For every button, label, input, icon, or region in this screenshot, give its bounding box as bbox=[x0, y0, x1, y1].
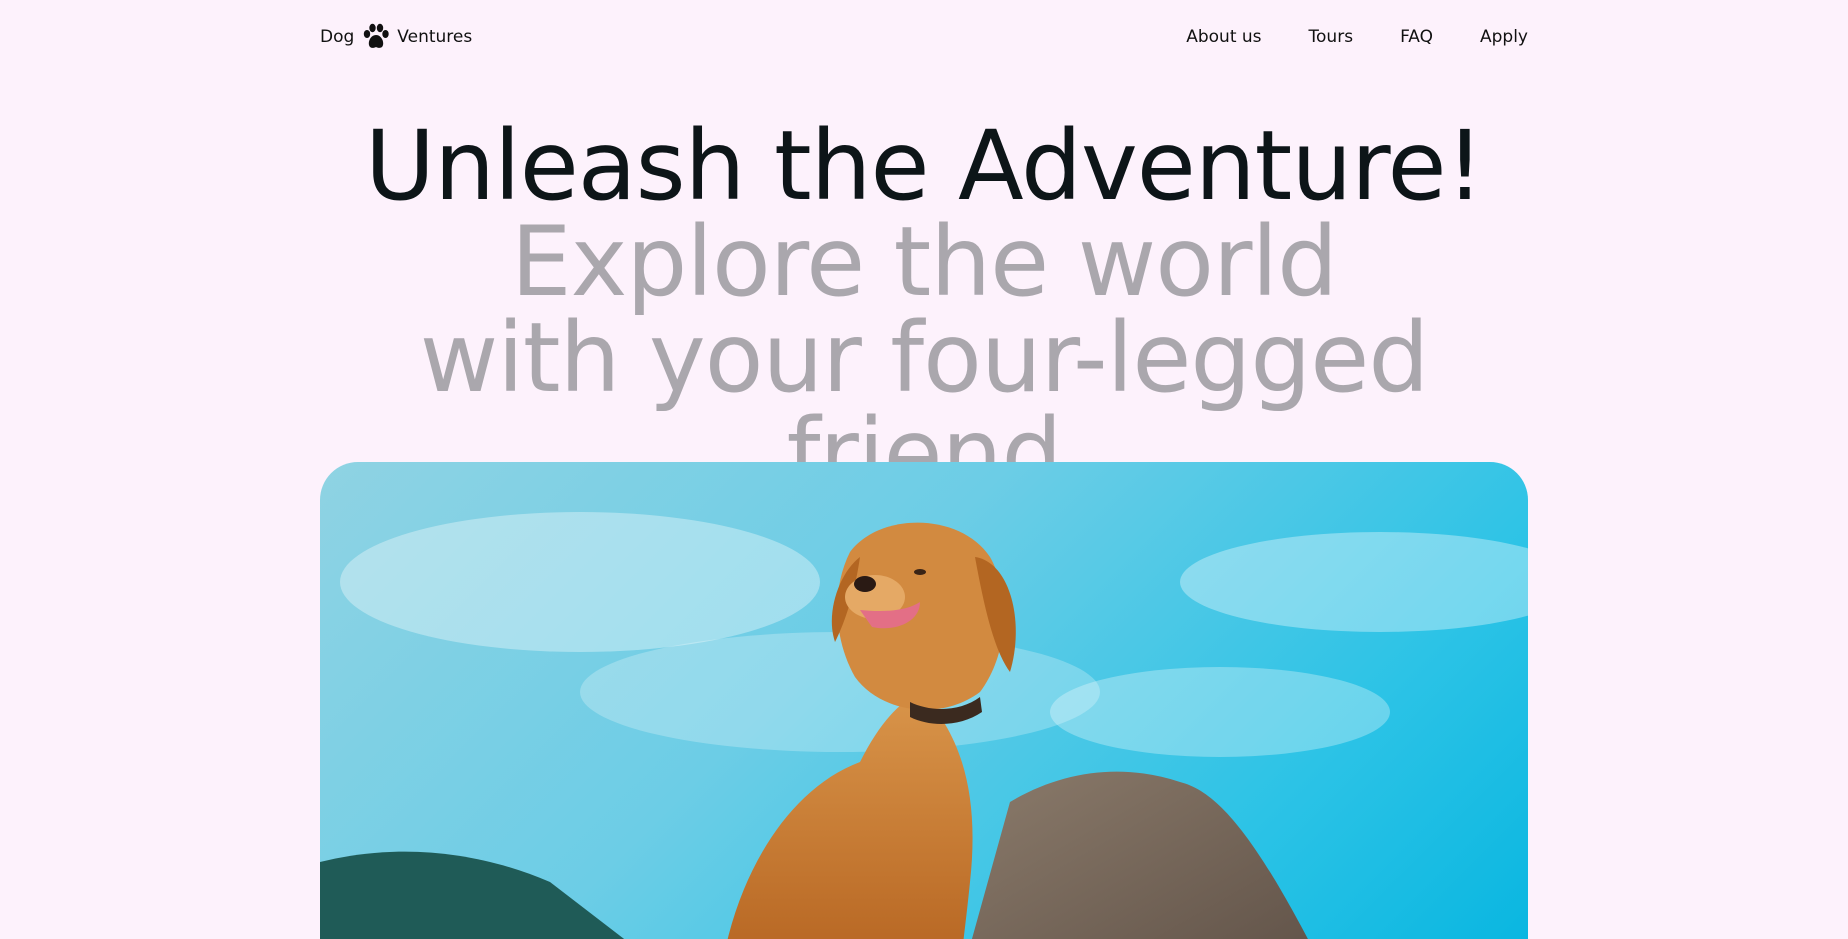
navbar: Dog Ventures About us Tours FAQ Apply bbox=[320, 0, 1528, 74]
brand-logo[interactable]: Dog Ventures bbox=[320, 23, 472, 51]
brand-name-left: Dog bbox=[320, 27, 355, 47]
nav-link-tours[interactable]: Tours bbox=[1309, 27, 1354, 47]
nav-link-about-us[interactable]: About us bbox=[1186, 27, 1261, 47]
hero-subline: Explore the world with your four-legged … bbox=[419, 206, 1430, 510]
main-nav: About us Tours FAQ Apply bbox=[1186, 27, 1528, 47]
nav-link-faq[interactable]: FAQ bbox=[1400, 27, 1433, 47]
paw-icon bbox=[362, 23, 390, 51]
brand-name-right: Ventures bbox=[397, 27, 473, 47]
hero-image-dog-on-rock bbox=[320, 462, 1528, 939]
hero-heading: Unleash the Adventure! Explore the world… bbox=[0, 118, 1848, 502]
hero-headline: Unleash the Adventure! bbox=[364, 110, 1484, 222]
hero-section: Unleash the Adventure! Explore the world… bbox=[0, 118, 1848, 502]
landing-page: Dog Ventures About us Tours FAQ Apply Un… bbox=[0, 0, 1848, 939]
nav-link-apply[interactable]: Apply bbox=[1480, 27, 1528, 47]
